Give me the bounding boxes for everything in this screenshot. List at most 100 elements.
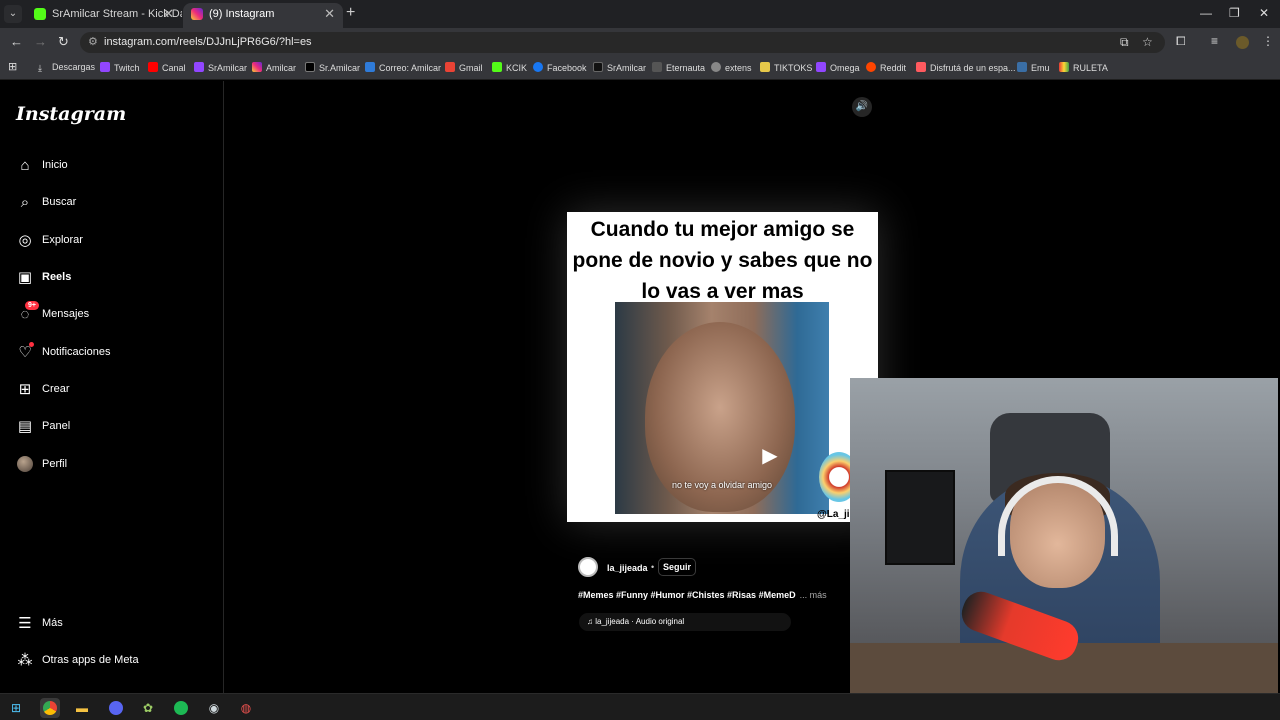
windows-start-icon[interactable]: ⊞ <box>6 698 26 718</box>
tab-instagram[interactable]: (9) Instagram ✕ <box>183 3 343 28</box>
bookmark-item[interactable]: Eternauta <box>652 62 705 73</box>
bookmark-star-icon[interactable]: ☆ <box>1142 35 1153 49</box>
music-note-icon: ♫ <box>587 617 596 626</box>
bookmark-item[interactable]: RULETA <box>1059 62 1108 73</box>
chrome-taskbar-icon[interactable] <box>40 698 60 718</box>
site-info-icon[interactable]: ⚙ <box>88 35 98 48</box>
bookmark-item[interactable]: Reddit <box>866 62 906 73</box>
bookmark-item[interactable]: Emu <box>1017 62 1050 73</box>
extensions-icon[interactable]: ⧠ <box>1176 34 1186 49</box>
video-subtitle: no te voy a olvidar amigo <box>671 480 773 490</box>
tab-kick[interactable]: SrAmilcar Stream - Kick Dashbo ✕ <box>26 3 182 28</box>
bookmark-item[interactable]: extens <box>711 62 752 73</box>
extension-icon <box>711 62 721 72</box>
file-explorer-icon[interactable]: ▬ <box>72 698 92 718</box>
sidebar-item-inicio[interactable]: ⌂ Inicio <box>16 152 216 182</box>
sidebar-item-crear[interactable]: ⊞ Crear <box>16 376 216 406</box>
facebook-icon <box>533 62 543 72</box>
bookmark-item[interactable]: SrAmilcar <box>593 62 646 73</box>
bookmark-label: TIKTOKS <box>774 63 813 73</box>
hashtags[interactable]: #Memes #Funny #Humor #Chistes #Risas #Me… <box>578 590 796 600</box>
more-link[interactable]: ... más <box>800 590 827 600</box>
bookmark-label: Reddit <box>880 63 907 73</box>
bookmark-label: Gmail <box>459 63 483 73</box>
reload-button[interactable]: ↻ <box>58 34 69 50</box>
notification-dot <box>29 342 34 347</box>
tab-search-dropdown[interactable]: ⌄ <box>4 5 22 23</box>
download-icon: ⤓ <box>38 63 42 73</box>
sidebar-item-mensajes[interactable]: ◌ 9+ Mensajes <box>16 301 216 331</box>
bookmark-item[interactable]: Canal <box>148 62 186 73</box>
toolbar: ← → ↻ ⚙ instagram.com/reels/DJJnLjPR6G6/… <box>0 28 1280 56</box>
bookmark-item[interactable]: SrAmilcar <box>194 62 247 73</box>
unread-badge: 9+ <box>25 301 39 310</box>
discord-icon[interactable] <box>106 698 126 718</box>
sidebar-item-mas[interactable]: ☰ Más <box>16 610 216 640</box>
bookmark-item[interactable]: Correo: Amilcar <box>365 62 441 73</box>
bookmark-label: Omega <box>830 63 860 73</box>
close-tab-icon[interactable]: ✕ <box>163 3 174 25</box>
new-tab-button[interactable]: + <box>346 4 355 22</box>
obs-icon[interactable]: ◍ <box>236 698 256 718</box>
bookmark-item[interactable]: TIKTOKS <box>760 62 812 73</box>
media-controls-icon[interactable]: ≡ <box>1211 34 1218 48</box>
separator-dot: • <box>651 562 655 572</box>
back-button[interactable]: ← <box>10 34 23 49</box>
author-avatar[interactable] <box>578 557 598 577</box>
bookmark-item[interactable]: Omega <box>816 62 860 73</box>
bookmark-item[interactable]: Gmail <box>445 62 483 73</box>
install-icon[interactable]: ⧉ <box>1120 35 1129 50</box>
search-icon: ⌕ <box>20 194 30 211</box>
sidebar-item-perfil[interactable]: Perfil <box>16 451 216 481</box>
sidebar-item-label: Panel <box>42 420 71 432</box>
sidebar-item-label: Reels <box>42 271 72 283</box>
spotify-icon[interactable] <box>171 698 191 718</box>
audio-pill[interactable]: ♫ la_jijeada · Audio original <box>579 613 791 631</box>
roulette-icon <box>1059 62 1069 72</box>
bookmark-label: Eternauta <box>666 63 706 73</box>
bookmark-label: RULETA <box>1073 63 1108 73</box>
twitch-icon <box>100 62 110 72</box>
instagram-icon <box>252 62 262 72</box>
sound-toggle-icon[interactable]: 🔊 <box>852 97 872 117</box>
sidebar-item-panel[interactable]: ▤ Panel <box>16 413 216 443</box>
address-bar[interactable]: ⚙ instagram.com/reels/DJJnLjPR6G6/?hl=es… <box>80 32 1165 53</box>
forward-button[interactable]: → <box>34 34 47 49</box>
sidebar-item-notificaciones[interactable]: ♡ Notificaciones <box>16 339 216 369</box>
minimize-button[interactable]: — <box>1200 6 1212 20</box>
close-window-button[interactable]: ✕ <box>1259 6 1269 20</box>
sidebar-item-reels[interactable]: ▣ Reels <box>16 264 216 294</box>
follow-button[interactable]: Seguir <box>658 558 697 576</box>
apps-grid-icon[interactable]: ⊞ <box>8 60 17 73</box>
audio-label: la_jijeada · Audio original <box>595 617 685 626</box>
bookmark-item[interactable]: KCIK <box>492 62 527 73</box>
sidebar-item-otras-apps[interactable]: ⁂ Otras apps de Meta <box>16 647 216 677</box>
restore-button[interactable]: ❐ <box>1229 6 1240 20</box>
steam-icon[interactable]: ◉ <box>204 698 224 718</box>
windows-taskbar: ⊞ ▬ ✿ ◉ ◍ <box>0 693 1280 720</box>
reels-icon: ▣ <box>17 269 33 286</box>
bookmark-item[interactable]: Disfrutá de un espa... <box>916 62 1016 73</box>
author-name[interactable]: la_jijeada <box>607 563 648 573</box>
bookmark-item[interactable]: Twitch <box>100 62 140 73</box>
app-icon[interactable]: ✿ <box>138 698 158 718</box>
gmail-icon <box>445 62 455 72</box>
sidebar-item-buscar[interactable]: ⌕ Buscar <box>16 189 216 219</box>
reel-video[interactable]: Cuando tu mejor amigo se pone de novio y… <box>567 212 878 522</box>
play-icon[interactable]: ▶ <box>757 443 783 469</box>
bookmark-item[interactable]: Facebook <box>533 62 587 73</box>
tiktok-icon <box>593 62 603 72</box>
instagram-logo[interactable]: Instagram <box>16 103 126 125</box>
x-icon <box>305 62 315 72</box>
home-icon: ⌂ <box>20 157 30 174</box>
emulator-icon <box>1017 62 1027 72</box>
sidebar-item-explorar[interactable]: ◎ Explorar <box>16 227 216 257</box>
plus-icon: ⊞ <box>18 381 32 398</box>
bookmark-label: Descargas <box>52 62 96 72</box>
chrome-menu-icon[interactable]: ⋮ <box>1262 34 1274 48</box>
profile-avatar[interactable] <box>1236 36 1249 49</box>
bookmark-item[interactable]: ⤓ Descargas <box>38 62 95 73</box>
close-tab-icon[interactable]: ✕ <box>324 3 335 25</box>
bookmark-item[interactable]: Sr.Amilcar <box>305 62 360 73</box>
bookmark-item[interactable]: Amilcar <box>252 62 296 73</box>
